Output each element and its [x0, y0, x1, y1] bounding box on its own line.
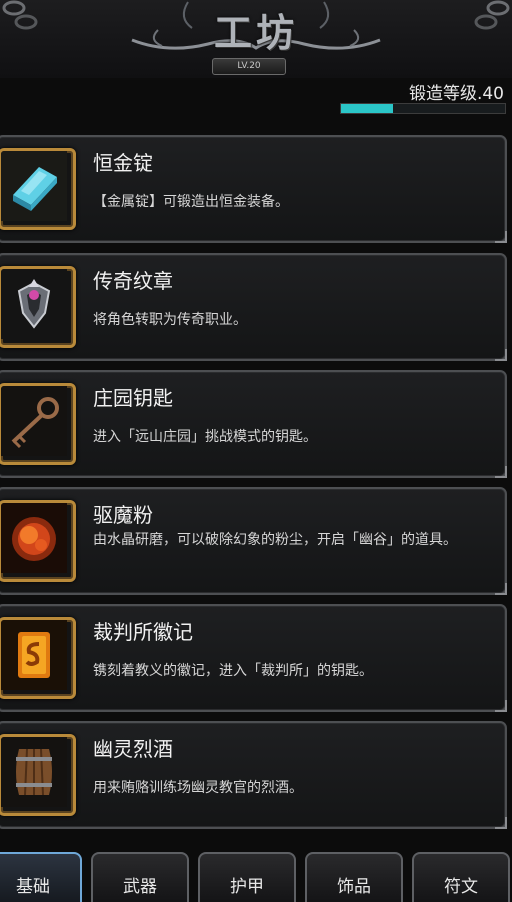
chain-decoration-icon [2, 0, 38, 30]
title-plate: 工坊 [128, 0, 384, 55]
page-title: 工坊 [213, 10, 298, 55]
item-card[interactable]: 恒金锭 【金属锭】可锻造出恒金装备。 [0, 135, 507, 243]
item-description: 镌刻着教义的徽记，进入「裁判所」的钥匙。 [93, 663, 373, 679]
item-description: 【金属锭】可锻造出恒金装备。 [93, 194, 289, 210]
item-icon-frame [0, 617, 76, 699]
forge-level-label: 锻造等级.40 [408, 84, 504, 104]
tab-armor[interactable]: 护甲 [198, 852, 296, 902]
item-card[interactable]: 驱魔粉 由水晶研磨，可以破除幻象的粉尘，开启「幽谷」的道具。 [0, 487, 507, 595]
item-name: 驱魔粉 [93, 503, 153, 527]
tab-weapons[interactable]: 武器 [91, 852, 189, 902]
workshop-header: 工坊 LV.20 [0, 0, 512, 78]
tab-basic[interactable]: 基础 [0, 852, 82, 902]
forge-progress-fill [341, 104, 394, 113]
ghost-liquor-barrel-icon [1, 737, 67, 807]
category-tab-bar: 基础 武器 护甲 饰品 符文 [0, 848, 512, 902]
item-card[interactable]: 传奇纹章 将角色转职为传奇职业。 [0, 253, 507, 361]
item-icon-frame [0, 383, 76, 465]
platinum-ingot-icon [1, 151, 67, 221]
item-name: 传奇纹章 [93, 269, 173, 293]
manor-key-icon [1, 386, 67, 456]
item-icon-frame [0, 266, 76, 348]
item-name: 庄园钥匙 [93, 386, 173, 410]
item-card[interactable]: 裁判所徽记 镌刻着教义的徽记，进入「裁判所」的钥匙。 [0, 604, 507, 712]
item-description: 进入「远山庄园」挑战模式的钥匙。 [93, 429, 317, 445]
item-name: 幽灵烈酒 [93, 737, 173, 761]
item-card[interactable]: 庄园钥匙 进入「远山庄园」挑战模式的钥匙。 [0, 370, 507, 478]
item-icon-frame [0, 734, 76, 816]
exorcism-powder-icon [1, 503, 67, 573]
item-name: 裁判所徽记 [93, 620, 193, 644]
legend-crest-icon [1, 269, 67, 339]
item-description: 将角色转职为传奇职业。 [93, 312, 247, 328]
tab-runes[interactable]: 符文 [412, 852, 510, 902]
item-description: 用来贿赂训练场幽灵教官的烈酒。 [93, 780, 303, 796]
item-icon-frame [0, 148, 76, 230]
item-card[interactable]: 幽灵烈酒 用来贿赂训练场幽灵教官的烈酒。 [0, 721, 507, 829]
item-description: 由水晶研磨，可以破除幻象的粉尘，开启「幽谷」的道具。 [93, 532, 457, 548]
forge-progress-bar [340, 103, 506, 114]
chain-decoration-icon [474, 0, 510, 30]
tab-accessories[interactable]: 饰品 [305, 852, 403, 902]
item-icon-frame [0, 500, 76, 582]
level-badge: LV.20 [212, 58, 286, 75]
item-name: 恒金锭 [93, 151, 153, 175]
tribunal-emblem-icon [1, 620, 67, 690]
